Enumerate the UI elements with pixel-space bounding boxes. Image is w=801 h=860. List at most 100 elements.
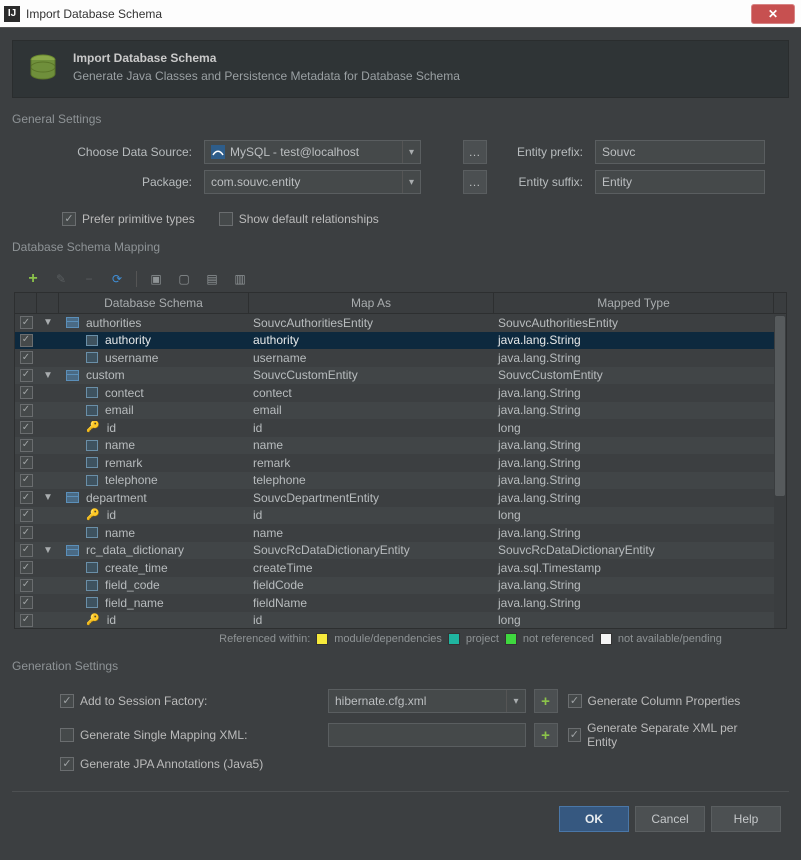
table-scrollbar[interactable] bbox=[774, 315, 786, 628]
mapped-type-cell[interactable]: SouvcRcDataDictionaryEntity bbox=[494, 543, 774, 557]
table-row[interactable]: ▼customSouvcCustomEntitySouvcCustomEntit… bbox=[15, 367, 786, 385]
table-row[interactable]: emailemailjava.lang.String bbox=[15, 402, 786, 420]
show-default-relationships-checkbox[interactable] bbox=[219, 212, 233, 226]
single-mapping-add-button[interactable]: + bbox=[534, 723, 558, 747]
table-row[interactable]: ▼rc_data_dictionarySouvcRcDataDictionary… bbox=[15, 542, 786, 560]
row-checkbox[interactable] bbox=[20, 561, 33, 574]
mapped-type-cell[interactable]: long bbox=[494, 508, 774, 522]
mapped-type-cell[interactable]: java.lang.String bbox=[494, 333, 774, 347]
row-checkbox[interactable] bbox=[20, 316, 33, 329]
row-checkbox[interactable] bbox=[20, 369, 33, 382]
table-row[interactable]: field_namefieldNamejava.lang.String bbox=[15, 594, 786, 612]
mapped-type-cell[interactable]: java.lang.String bbox=[494, 403, 774, 417]
add-session-factory-checkbox[interactable] bbox=[60, 694, 74, 708]
table-row[interactable]: usernameusernamejava.lang.String bbox=[15, 349, 786, 367]
row-checkbox[interactable] bbox=[20, 474, 33, 487]
mapped-type-cell[interactable]: long bbox=[494, 421, 774, 435]
row-checkbox[interactable] bbox=[20, 421, 33, 434]
mapped-type-cell[interactable]: SouvcCustomEntity bbox=[494, 368, 774, 382]
map-as-cell[interactable]: name bbox=[249, 438, 494, 452]
row-checkbox[interactable] bbox=[20, 596, 33, 609]
package-combo[interactable]: com.souvc.entity ▾ bbox=[204, 170, 421, 194]
gen-column-props-checkbox[interactable] bbox=[568, 694, 582, 708]
table-row[interactable]: contectcontectjava.lang.String bbox=[15, 384, 786, 402]
row-checkbox[interactable] bbox=[20, 456, 33, 469]
row-checkbox[interactable] bbox=[20, 544, 33, 557]
mapped-type-cell[interactable]: java.lang.String bbox=[494, 438, 774, 452]
table-row[interactable]: ▼departmentSouvcDepartmentEntityjava.lan… bbox=[15, 489, 786, 507]
table-row[interactable]: 🔑ididlong bbox=[15, 612, 786, 629]
row-checkbox[interactable] bbox=[20, 526, 33, 539]
mapped-type-cell[interactable]: java.lang.String bbox=[494, 491, 774, 505]
session-factory-combo[interactable]: hibernate.cfg.xml ▾ bbox=[328, 689, 526, 713]
map-as-cell[interactable]: SouvcAuthoritiesEntity bbox=[249, 316, 494, 330]
collapse-all-button[interactable]: ▢ bbox=[175, 270, 193, 288]
table-row[interactable]: remarkremarkjava.lang.String bbox=[15, 454, 786, 472]
table-row[interactable]: namenamejava.lang.String bbox=[15, 524, 786, 542]
row-checkbox[interactable] bbox=[20, 334, 33, 347]
remove-button[interactable]: − bbox=[80, 270, 98, 288]
row-checkbox[interactable] bbox=[20, 386, 33, 399]
session-factory-add-button[interactable]: + bbox=[534, 689, 558, 713]
map-as-cell[interactable]: id bbox=[249, 613, 494, 627]
map-as-cell[interactable]: fieldName bbox=[249, 596, 494, 610]
help-button[interactable]: Help bbox=[711, 806, 781, 832]
expand-all-button[interactable]: ▣ bbox=[147, 270, 165, 288]
mapped-type-cell[interactable]: java.lang.String bbox=[494, 386, 774, 400]
table-row[interactable]: 🔑ididlong bbox=[15, 419, 786, 437]
table-row[interactable]: create_timecreateTimejava.sql.Timestamp bbox=[15, 559, 786, 577]
map-as-cell[interactable]: email bbox=[249, 403, 494, 417]
table-row[interactable]: field_codefieldCodejava.lang.String bbox=[15, 577, 786, 595]
table-row[interactable]: ▼authoritiesSouvcAuthoritiesEntitySouvcA… bbox=[15, 314, 786, 332]
mapped-type-cell[interactable]: java.lang.String bbox=[494, 351, 774, 365]
mapped-type-cell[interactable]: java.lang.String bbox=[494, 473, 774, 487]
row-checkbox[interactable] bbox=[20, 491, 33, 504]
entity-suffix-field[interactable]: Entity bbox=[595, 170, 765, 194]
mapped-type-cell[interactable]: long bbox=[494, 613, 774, 627]
table-row[interactable]: namenamejava.lang.String bbox=[15, 437, 786, 455]
map-as-cell[interactable]: contect bbox=[249, 386, 494, 400]
row-checkbox[interactable] bbox=[20, 579, 33, 592]
map-as-cell[interactable]: id bbox=[249, 421, 494, 435]
select-all-button[interactable]: ▤ bbox=[203, 270, 221, 288]
add-button[interactable]: + bbox=[24, 270, 42, 288]
expand-toggle[interactable]: ▼ bbox=[37, 545, 59, 556]
table-row[interactable]: authorityauthorityjava.lang.String bbox=[15, 332, 786, 350]
map-as-cell[interactable]: authority bbox=[249, 333, 494, 347]
map-as-cell[interactable]: username bbox=[249, 351, 494, 365]
mapped-type-cell[interactable]: java.lang.String bbox=[494, 596, 774, 610]
data-source-browse-button[interactable]: … bbox=[463, 140, 487, 164]
mapped-type-cell[interactable]: java.lang.String bbox=[494, 526, 774, 540]
map-as-cell[interactable]: remark bbox=[249, 456, 494, 470]
mapped-type-cell[interactable]: SouvcAuthoritiesEntity bbox=[494, 316, 774, 330]
single-mapping-field[interactable] bbox=[328, 723, 526, 747]
gen-jpa-checkbox[interactable] bbox=[60, 757, 74, 771]
entity-prefix-field[interactable]: Souvc bbox=[595, 140, 765, 164]
map-as-cell[interactable]: telephone bbox=[249, 473, 494, 487]
row-checkbox[interactable] bbox=[20, 509, 33, 522]
prefer-primitive-checkbox[interactable] bbox=[62, 212, 76, 226]
expand-toggle[interactable]: ▼ bbox=[37, 317, 59, 328]
expand-toggle[interactable]: ▼ bbox=[37, 492, 59, 503]
map-as-cell[interactable]: SouvcRcDataDictionaryEntity bbox=[249, 543, 494, 557]
expand-toggle[interactable]: ▼ bbox=[37, 370, 59, 381]
row-checkbox[interactable] bbox=[20, 614, 33, 627]
map-as-cell[interactable]: SouvcCustomEntity bbox=[249, 368, 494, 382]
ok-button[interactable]: OK bbox=[559, 806, 629, 832]
map-as-cell[interactable]: SouvcDepartmentEntity bbox=[249, 491, 494, 505]
map-as-cell[interactable]: fieldCode bbox=[249, 578, 494, 592]
mapped-type-cell[interactable]: java.lang.String bbox=[494, 456, 774, 470]
table-row[interactable]: 🔑ididlong bbox=[15, 507, 786, 525]
map-as-cell[interactable]: id bbox=[249, 508, 494, 522]
row-checkbox[interactable] bbox=[20, 439, 33, 452]
gen-separate-xml-checkbox[interactable] bbox=[568, 728, 582, 742]
edit-button[interactable]: ✎ bbox=[52, 270, 70, 288]
close-button[interactable]: ✕ bbox=[751, 4, 795, 24]
row-checkbox[interactable] bbox=[20, 351, 33, 364]
deselect-all-button[interactable]: ▥ bbox=[231, 270, 249, 288]
data-source-combo[interactable]: MySQL - test@localhost ▾ bbox=[204, 140, 421, 164]
table-row[interactable]: telephonetelephonejava.lang.String bbox=[15, 472, 786, 490]
mapped-type-cell[interactable]: java.sql.Timestamp bbox=[494, 561, 774, 575]
cancel-button[interactable]: Cancel bbox=[635, 806, 705, 832]
gen-single-mapping-checkbox[interactable] bbox=[60, 728, 74, 742]
